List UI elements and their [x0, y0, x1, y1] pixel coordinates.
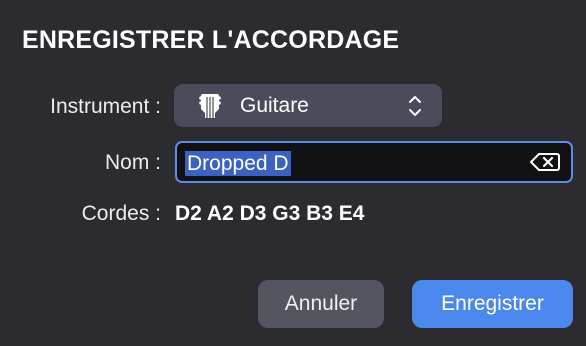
name-label: Nom :	[104, 151, 161, 174]
save-tuning-dialog: ENREGISTRER L'ACCORDAGE Instrument : Gui…	[0, 0, 586, 346]
name-input[interactable]: Dropped D	[175, 141, 573, 183]
strings-label: Cordes :	[81, 202, 161, 225]
instrument-select[interactable]: Guitare	[174, 84, 442, 127]
instrument-label: Instrument :	[50, 95, 161, 118]
chevron-updown-icon	[409, 96, 421, 116]
guitar-icon	[199, 94, 221, 118]
cancel-button[interactable]: Annuler	[258, 280, 384, 328]
strings-value: D2 A2 D3 G3 B3 E4	[175, 202, 365, 225]
name-input-value[interactable]: Dropped D	[185, 151, 291, 176]
instrument-select-value: Guitare	[240, 94, 309, 117]
clear-text-icon[interactable]	[529, 152, 561, 172]
dialog-title: ENREGISTRER L'ACCORDAGE	[22, 26, 400, 54]
save-button[interactable]: Enregistrer	[412, 280, 573, 328]
